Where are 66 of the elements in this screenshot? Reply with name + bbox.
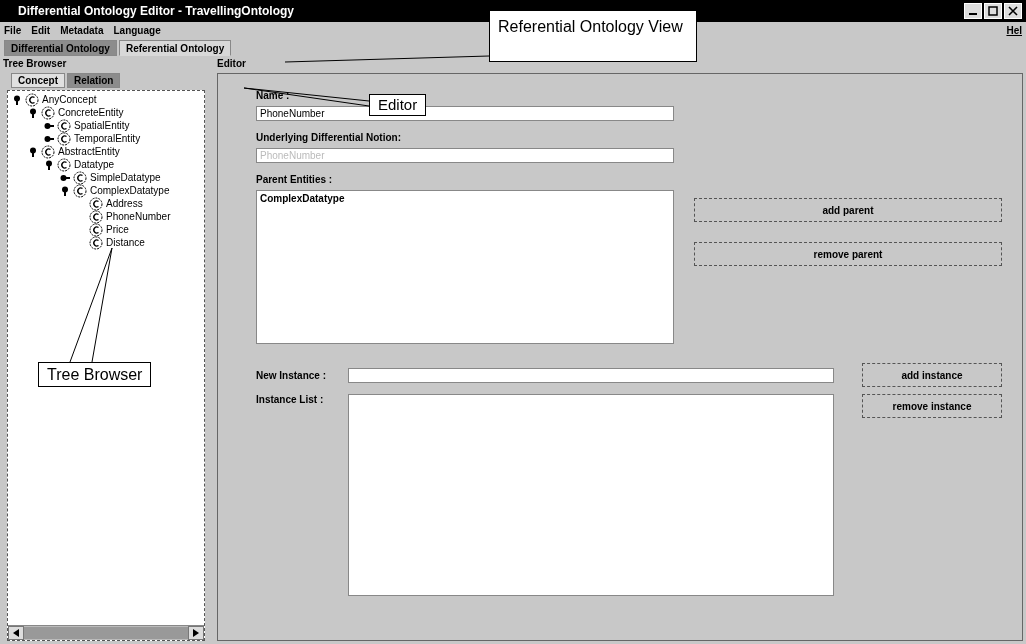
- menu-item[interactable]: Language: [113, 24, 161, 36]
- toggle-icon[interactable]: [28, 107, 38, 118]
- concept-icon: [73, 170, 87, 185]
- concept-icon: [57, 157, 71, 172]
- toggle-icon[interactable]: [12, 94, 22, 105]
- tree-node[interactable]: AbstractEntity: [58, 146, 120, 157]
- menu-item[interactable]: Edit: [31, 24, 51, 36]
- tree-tab[interactable]: Concept: [11, 73, 65, 88]
- close-icon: [1008, 6, 1018, 16]
- callout-label: Referential Ontology View: [489, 10, 697, 62]
- parents-label: Parent Entities :: [256, 174, 333, 185]
- tree-node[interactable]: SimpleDatatype: [90, 172, 161, 183]
- callout-label: Editor: [369, 94, 427, 116]
- tree-node[interactable]: SpatialEntity: [74, 120, 130, 131]
- toggle-icon[interactable]: [28, 146, 38, 157]
- concept-icon: [73, 183, 87, 198]
- panel-title: Editor: [217, 58, 246, 71]
- concept-icon: [41, 144, 55, 159]
- scroll-left-icon[interactable]: [8, 626, 24, 640]
- view-tab[interactable]: Differential Ontology: [4, 40, 117, 56]
- maximize-button[interactable]: [984, 3, 1002, 19]
- toggle-icon[interactable]: [44, 159, 54, 170]
- tree-node[interactable]: Distance: [106, 237, 145, 248]
- minimize-button[interactable]: [964, 3, 982, 19]
- tree-node[interactable]: ComplexDatatype: [90, 185, 170, 196]
- add-parent-button[interactable]: add parent: [694, 198, 1002, 222]
- remove-parent-button[interactable]: remove parent: [694, 242, 1002, 266]
- tree-node[interactable]: Datatype: [74, 159, 115, 170]
- list-item[interactable]: ComplexDatatype: [260, 193, 670, 204]
- new-instance-field[interactable]: [348, 367, 834, 383]
- concept-icon: [89, 196, 103, 211]
- minimize-icon: [969, 13, 977, 15]
- remove-instance-button[interactable]: remove instance: [862, 394, 1002, 418]
- add-instance-button[interactable]: add instance: [862, 363, 1002, 387]
- new-instance-label: New Instance :: [256, 369, 328, 381]
- concept-icon: [41, 105, 55, 120]
- panel-title: Tree Browser: [3, 58, 67, 71]
- concept-icon: [89, 235, 103, 250]
- instance-list-label: Instance List :: [256, 394, 325, 405]
- scroll-right-icon[interactable]: [188, 626, 204, 640]
- close-button[interactable]: [1004, 3, 1022, 19]
- horizontal-scrollbar[interactable]: [8, 625, 204, 640]
- menu-item[interactable]: File: [4, 24, 22, 36]
- toggle-icon[interactable]: [44, 133, 54, 144]
- window-title: Differential Ontology Editor - TravellingOntology: [18, 4, 294, 18]
- concept-icon: [57, 118, 71, 133]
- notion-label: Underlying Differential Notion:: [256, 132, 401, 143]
- view-tab[interactable]: Referential Ontology: [118, 40, 232, 56]
- menu-item[interactable]: Metadata: [60, 24, 104, 36]
- tree-node[interactable]: ConcreteEntity: [58, 107, 124, 118]
- concept-icon: [89, 222, 103, 237]
- tree-node[interactable]: Address: [106, 198, 143, 209]
- name-label: Name :: [256, 90, 290, 101]
- toggle-icon[interactable]: [44, 120, 54, 131]
- toggle-icon[interactable]: [60, 172, 70, 183]
- callout-label: Tree Browser: [38, 362, 152, 388]
- tree-node[interactable]: Price: [106, 224, 129, 235]
- tree-node[interactable]: AnyConcept: [42, 94, 97, 105]
- concept-icon: [57, 131, 71, 146]
- maximize-icon: [988, 6, 998, 16]
- tree-node[interactable]: TemporalEntity: [74, 133, 141, 144]
- menu-item[interactable]: Hel: [1006, 24, 1022, 36]
- concept-icon: [89, 209, 103, 224]
- toggle-icon[interactable]: [60, 185, 70, 196]
- tree-tab[interactable]: Relation: [67, 73, 121, 88]
- tree-node[interactable]: PhoneNumber: [106, 211, 171, 222]
